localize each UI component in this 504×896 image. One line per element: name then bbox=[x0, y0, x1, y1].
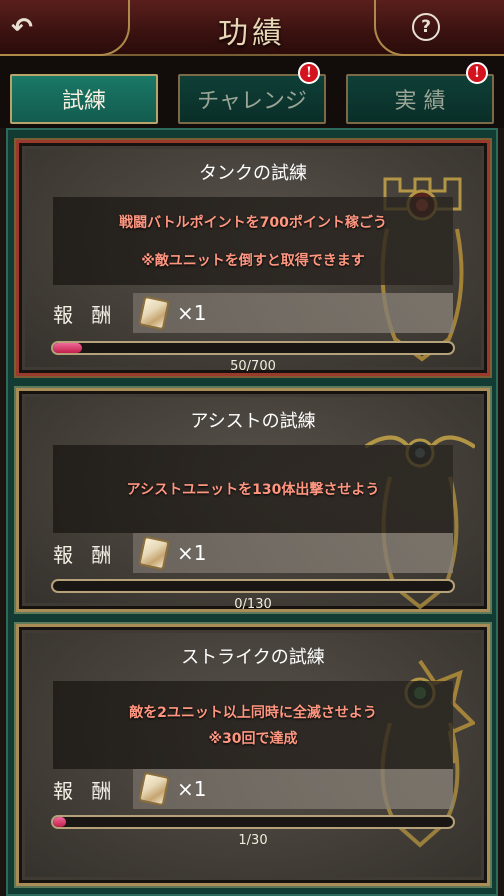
progress-fill bbox=[53, 343, 82, 353]
tab-bar: 試練 チャレンジ ! 実 績 ! bbox=[0, 56, 504, 128]
trial-title: タンクの試練 bbox=[199, 163, 307, 184]
trial-description-line: アシストユニットを130体出撃させよう bbox=[126, 482, 380, 498]
card-background: タンクの試練 戦闘バトルポイントを700ポイント稼ごう ※敵ユニットを倒すと取得… bbox=[25, 149, 481, 374]
progress-text: 50/700 bbox=[230, 359, 276, 374]
reward-label: 報 酬 bbox=[53, 779, 118, 803]
reward-label: 報 酬 bbox=[53, 303, 118, 327]
trial-description-line: 戦闘バトルポイントを700ポイント稼ごう bbox=[119, 215, 387, 231]
reward-label: 報 酬 bbox=[53, 543, 118, 567]
tab-challenge[interactable]: チャレンジ ! bbox=[178, 62, 326, 124]
trial-card-assist[interactable]: アシストの試練 アシストユニットを130体出撃させよう 報 酬 ×1 0/130 bbox=[16, 388, 490, 612]
tab-achievements[interactable]: 実 績 ! bbox=[346, 62, 494, 124]
reward-box: ×1 bbox=[133, 533, 453, 573]
reward-quantity: ×1 bbox=[177, 541, 207, 565]
tab-label: チャレンジ bbox=[197, 89, 307, 114]
reward-box: ×1 bbox=[133, 293, 453, 333]
alert-badge-icon: ! bbox=[298, 62, 320, 84]
card-background: アシストの試練 アシストユニットを130体出撃させよう 報 酬 ×1 0/130 bbox=[25, 397, 481, 612]
progress-fill bbox=[53, 817, 67, 827]
card-background: ストライクの試練 敵を2ユニット以上同時に全滅させよう ※30回で達成 報 酬 … bbox=[25, 633, 481, 877]
trial-list: タンクの試練 戦闘バトルポイントを700ポイント稼ごう ※敵ユニットを倒すと取得… bbox=[6, 128, 498, 896]
progress-bar bbox=[51, 341, 455, 355]
progress-bar bbox=[51, 579, 455, 593]
crystal-reward-icon bbox=[138, 295, 170, 331]
alert-badge-icon: ! bbox=[466, 62, 488, 84]
help-button[interactable]: ? bbox=[412, 13, 440, 41]
progress-bar bbox=[51, 815, 455, 829]
tab-trials[interactable]: 試練 bbox=[10, 74, 158, 124]
trial-title: アシストの試練 bbox=[190, 411, 316, 432]
reward-quantity: ×1 bbox=[177, 777, 207, 801]
trial-description: 敵を2ユニット以上同時に全滅させよう ※30回で達成 bbox=[53, 681, 453, 769]
reward-quantity: ×1 bbox=[177, 301, 207, 325]
crystal-reward-icon bbox=[138, 771, 170, 807]
trial-description-line: ※30回で達成 bbox=[208, 731, 298, 747]
tab-label: 実 績 bbox=[394, 89, 446, 114]
trial-title: ストライクの試練 bbox=[181, 647, 325, 668]
trial-description: 戦闘バトルポイントを700ポイント稼ごう ※敵ユニットを倒すと取得できます bbox=[53, 197, 453, 285]
reward-box: ×1 bbox=[133, 769, 453, 809]
progress-text: 1/30 bbox=[238, 833, 268, 848]
header-bar: ↶ 功績 ? bbox=[0, 0, 504, 56]
trial-card-tank[interactable]: タンクの試練 戦闘バトルポイントを700ポイント稼ごう ※敵ユニットを倒すと取得… bbox=[16, 140, 490, 376]
progress-text: 0/130 bbox=[234, 597, 272, 612]
crystal-reward-icon bbox=[138, 535, 170, 571]
trial-card-strike[interactable]: ストライクの試練 敵を2ユニット以上同時に全滅させよう ※30回で達成 報 酬 … bbox=[16, 624, 490, 886]
trial-description-line: 敵を2ユニット以上同時に全滅させよう bbox=[129, 705, 377, 721]
tab-label: 試練 bbox=[61, 89, 106, 114]
trial-description: アシストユニットを130体出撃させよう bbox=[53, 445, 453, 533]
trial-description-line: ※敵ユニットを倒すと取得できます bbox=[141, 253, 365, 269]
